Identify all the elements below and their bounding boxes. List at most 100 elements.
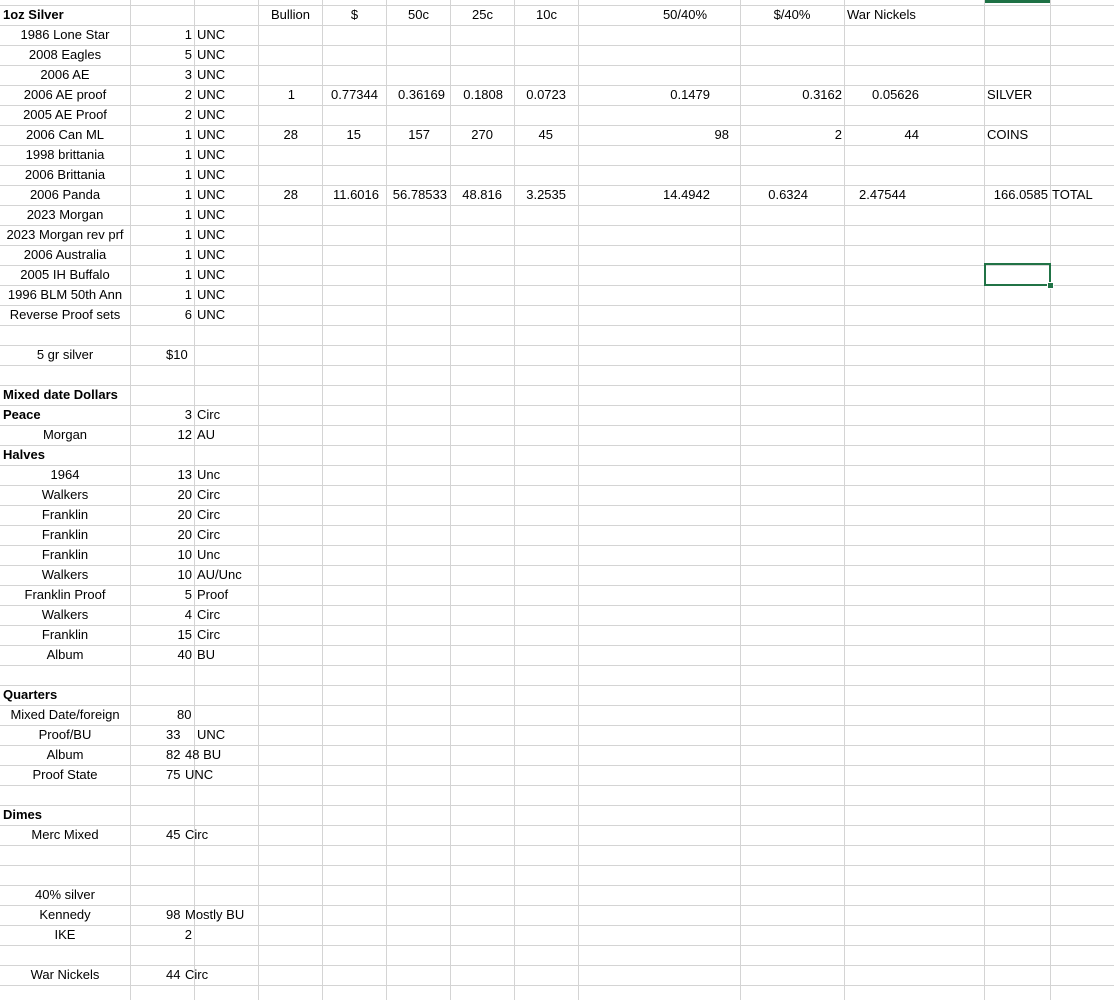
cell-item-grade[interactable]: UNC: [197, 265, 257, 285]
cell-item-name[interactable]: Franklin: [0, 545, 130, 565]
cell-item-name[interactable]: 2006 Panda: [0, 185, 130, 205]
cell-item-grade[interactable]: UNC: [197, 245, 257, 265]
cell-calc-50-40[interactable]: 14.4942: [630, 185, 710, 205]
cell-item-name[interactable]: Proof/BU: [0, 725, 130, 745]
cell-calc-bullion[interactable]: 28: [259, 125, 298, 145]
cell-item-grade[interactable]: BU: [197, 645, 257, 665]
cell-item-grade[interactable]: Circ: [197, 625, 257, 645]
cell-item-name[interactable]: 1986 Lone Star: [0, 25, 130, 45]
cell-calc-25c[interactable]: 48.816: [451, 185, 502, 205]
cell-war-nickels-name[interactable]: War Nickels: [0, 965, 130, 985]
cell-item-name[interactable]: Proof State: [0, 765, 130, 785]
section-mixed-dollars[interactable]: Mixed date Dollars: [3, 385, 128, 405]
cell-calc-war[interactable]: 2.47544: [845, 185, 906, 205]
header-25c[interactable]: 25c: [451, 5, 514, 25]
cell-calc-25c[interactable]: 0.1808: [451, 85, 503, 105]
cell-calc-d-40[interactable]: 0.3162: [741, 85, 842, 105]
header-war-nickels[interactable]: War Nickels: [847, 5, 982, 25]
cell-item-name[interactable]: 2006 AE proof: [0, 85, 130, 105]
cell-item-name[interactable]: Album: [0, 645, 130, 665]
cell-item-qty[interactable]: 20: [131, 505, 192, 525]
cell-item-grade[interactable]: UNC: [197, 65, 257, 85]
cell-item-name[interactable]: Walkers: [0, 605, 130, 625]
cell-item-grade[interactable]: Unc: [197, 545, 257, 565]
cell-item-name[interactable]: Merc Mixed: [0, 825, 130, 845]
cell-calc-10c[interactable]: 3.2535: [515, 185, 566, 205]
cell-item-qty[interactable]: 15: [131, 625, 192, 645]
cell-5gr-value[interactable]: $10: [166, 345, 226, 365]
cell-item-qty[interactable]: 2: [131, 85, 192, 105]
fill-handle[interactable]: [1047, 282, 1054, 289]
header-50-40[interactable]: 50/40%: [630, 5, 740, 25]
cell-calc-50-40[interactable]: 0.1479: [630, 85, 710, 105]
cell-item-name[interactable]: 2006 Can ML: [0, 125, 130, 145]
cell-item-grade[interactable]: UNC: [197, 285, 257, 305]
cell-item-grade[interactable]: Unc: [197, 465, 257, 485]
cell-calc-total[interactable]: 166.0585: [985, 185, 1048, 205]
cell-item-qty[interactable]: 1: [131, 165, 192, 185]
cell-label-coins[interactable]: COINS: [987, 125, 1049, 145]
section-quarters[interactable]: Quarters: [3, 685, 128, 705]
cell-item-name[interactable]: Franklin Proof: [0, 585, 130, 605]
cell-item-grade[interactable]: UNC: [197, 205, 257, 225]
cell-item-name[interactable]: 2006 AE: [0, 65, 130, 85]
cell-item-name[interactable]: Walkers: [0, 565, 130, 585]
section-dimes[interactable]: Dimes: [3, 805, 128, 825]
cell-calc-50-40[interactable]: 98: [630, 125, 729, 145]
cell-item-grade[interactable]: Proof: [197, 585, 257, 605]
cell-item-qty[interactable]: 1: [131, 225, 192, 245]
cell-item-qty[interactable]: 40: [131, 645, 192, 665]
cell-label-silver[interactable]: SILVER: [987, 85, 1049, 105]
cell-item-qty[interactable]: 2: [131, 105, 192, 125]
cell-item-qty[interactable]: 1: [131, 205, 192, 225]
cell-calc-50c[interactable]: 0.36169: [387, 85, 445, 105]
cell-item-name[interactable]: 2006 Brittania: [0, 165, 130, 185]
cell-1oz-silver-title[interactable]: 1oz Silver: [3, 5, 128, 25]
cell-item-name[interactable]: 1964: [0, 465, 130, 485]
header-50c[interactable]: 50c: [387, 5, 450, 25]
cell-peace-name[interactable]: Peace: [3, 405, 128, 425]
cell-item-qty[interactable]: 33: [166, 725, 190, 745]
cell-item-qty[interactable]: 20: [131, 525, 192, 545]
cell-item-qty[interactable]: 2: [131, 925, 192, 945]
cell-peace-qty[interactable]: 3: [131, 405, 192, 425]
cell-calc-war[interactable]: 44: [845, 125, 919, 145]
cell-item-grade[interactable]: UNC: [197, 185, 257, 205]
cell-item-name[interactable]: Franklin: [0, 625, 130, 645]
cell-item-name[interactable]: 1996 BLM 50th Ann: [0, 285, 130, 305]
cell-item-grade[interactable]: Circ: [185, 825, 245, 845]
cell-item-name[interactable]: Franklin: [0, 525, 130, 545]
cell-item-grade[interactable]: UNC: [197, 25, 257, 45]
spreadsheet-grid[interactable]: 1oz Silver Bullion $ 50c 25c 10c 50/40% …: [0, 0, 1114, 1000]
cell-item-qty[interactable]: 1: [131, 265, 192, 285]
cell-item-name[interactable]: Franklin: [0, 505, 130, 525]
section-halves[interactable]: Halves: [3, 445, 128, 465]
header-bullion[interactable]: Bullion: [259, 5, 322, 25]
cell-calc-bullion[interactable]: 1: [259, 85, 295, 105]
cell-item-grade[interactable]: UNC: [185, 765, 245, 785]
cell-item-grade[interactable]: UNC: [197, 45, 257, 65]
cell-item-grade[interactable]: 48 BU: [185, 745, 255, 765]
cell-item-qty[interactable]: 3: [131, 65, 192, 85]
cell-item-qty[interactable]: 1: [131, 285, 192, 305]
cell-calc-war[interactable]: 0.05626: [845, 85, 919, 105]
cell-item-name[interactable]: 2005 AE Proof: [0, 105, 130, 125]
cell-item-grade[interactable]: UNC: [197, 165, 257, 185]
cell-morgan-qty[interactable]: 12: [131, 425, 192, 445]
cell-war-nickels-grade[interactable]: Circ: [185, 965, 245, 985]
cell-item-grade[interactable]: UNC: [197, 305, 257, 325]
cell-item-name[interactable]: Walkers: [0, 485, 130, 505]
cell-item-grade[interactable]: AU/Unc: [197, 565, 257, 585]
cell-calc-d-40[interactable]: 0.6324: [741, 185, 808, 205]
cell-item-name[interactable]: Mixed Date/foreign: [0, 705, 130, 725]
cell-item-qty[interactable]: 1: [131, 185, 192, 205]
cell-item-qty[interactable]: 1: [131, 145, 192, 165]
cell-item-grade[interactable]: Circ: [197, 485, 257, 505]
selected-cell[interactable]: [984, 263, 1051, 286]
cell-calc-dollar[interactable]: 15: [323, 125, 361, 145]
cell-item-qty[interactable]: 5: [131, 585, 192, 605]
cell-item-name[interactable]: Kennedy: [0, 905, 130, 925]
cell-item-grade[interactable]: UNC: [197, 725, 257, 745]
cell-item-qty[interactable]: 13: [131, 465, 192, 485]
cell-calc-10c[interactable]: 0.0723: [515, 85, 566, 105]
